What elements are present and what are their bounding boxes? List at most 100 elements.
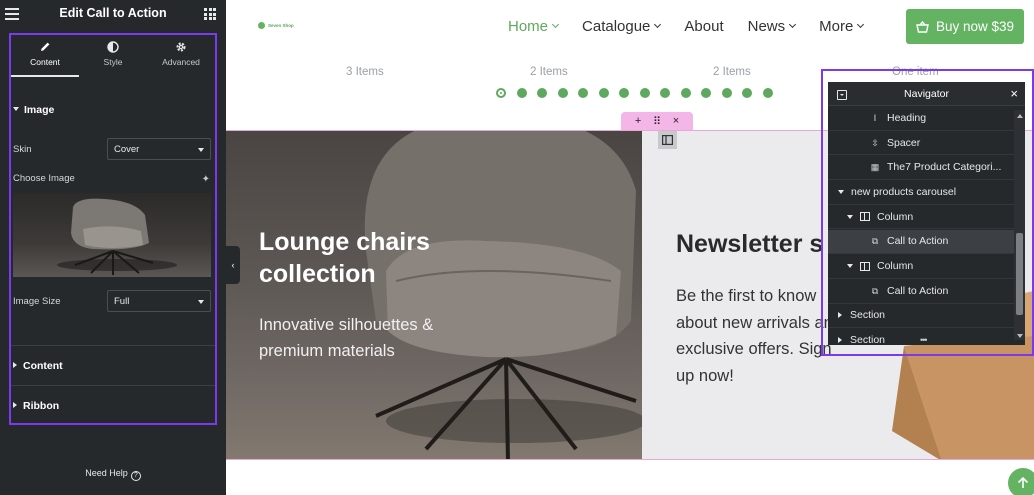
- caret-down-icon: [13, 107, 19, 111]
- call-to-action-chairs[interactable]: Lounge chairs collection Innovative silh…: [226, 130, 642, 460]
- navigator-row-label: Call to Action: [887, 284, 949, 297]
- category-count: 2 Items: [530, 66, 568, 78]
- nav-label: Catalogue: [582, 18, 651, 35]
- ai-sparkle-icon[interactable]: ✦: [202, 174, 210, 185]
- scroll-down-icon[interactable]: [1016, 334, 1023, 338]
- nav-item-more[interactable]: More: [819, 18, 865, 35]
- pagination-dot[interactable]: [680, 88, 691, 98]
- navigator-row[interactable]: ⧉ Call to Action: [828, 229, 1014, 255]
- need-help-label: Need Help: [85, 468, 128, 478]
- navigator-panel[interactable]: Navigator × Ⅰ Heading ⇳ Spacer ▦ The7 Product…: [828, 82, 1025, 345]
- grid-icon: ▦: [870, 162, 880, 173]
- caret-right-icon: [13, 362, 17, 368]
- navigator-row[interactable]: new products carousel: [828, 180, 1014, 205]
- column-icon: [860, 212, 870, 222]
- collapse-panel-button[interactable]: ‹: [226, 246, 240, 284]
- pagination-dot[interactable]: [496, 88, 506, 98]
- navigator-row-label: new products carousel: [851, 185, 957, 198]
- pagination-dot[interactable]: [701, 88, 711, 98]
- skin-select[interactable]: Cover: [107, 138, 211, 160]
- tab-style-label: Style: [103, 57, 123, 67]
- nav-label: About: [684, 18, 724, 35]
- tab-style[interactable]: Style: [79, 35, 147, 77]
- skin-label: Skin: [13, 144, 32, 155]
- caret-right-icon[interactable]: [838, 312, 842, 319]
- scroll-to-top-button[interactable]: [1008, 468, 1034, 495]
- pagination-dot[interactable]: [762, 88, 773, 98]
- navigator-row[interactable]: Section: [828, 304, 1014, 329]
- site-logo[interactable]: Seven Shop: [258, 22, 294, 29]
- caret-down-icon[interactable]: [838, 189, 844, 194]
- lounge-chair-image: [364, 131, 642, 459]
- scrollbar-thumb[interactable]: [1016, 233, 1023, 315]
- nav-item-catalogue[interactable]: Catalogue: [582, 18, 662, 35]
- navigator-row[interactable]: Ⅰ Heading: [828, 106, 1014, 131]
- pagination-dot[interactable]: [598, 88, 609, 98]
- pagination-dot[interactable]: [619, 88, 629, 98]
- need-help-link[interactable]: Need Help?: [0, 468, 226, 481]
- navigator-row[interactable]: ▦ The7 Product Categori...: [828, 155, 1014, 181]
- content-section-toggle[interactable]: Content: [13, 360, 63, 372]
- nav-item-about[interactable]: About: [684, 18, 723, 35]
- caret-right-icon[interactable]: [838, 337, 842, 344]
- basket-icon: [916, 20, 929, 33]
- tab-content[interactable]: Content: [11, 35, 79, 77]
- carousel-pagination: [496, 88, 773, 98]
- caret-down-icon[interactable]: [847, 264, 853, 269]
- category-count: 3 Items: [346, 66, 384, 78]
- navigator-row[interactable]: ⇳ Spacer: [828, 131, 1014, 156]
- nav-item-home[interactable]: Home: [508, 18, 560, 35]
- image-size-value: Full: [114, 296, 130, 307]
- pagination-dot[interactable]: [578, 88, 588, 98]
- call-to-action-icon: ⧉: [871, 236, 879, 247]
- caret-down-icon[interactable]: [847, 214, 853, 219]
- image-size-select[interactable]: Full: [107, 290, 211, 312]
- ribbon-section-toggle[interactable]: Ribbon: [13, 400, 59, 412]
- pagination-dot[interactable]: [721, 88, 732, 98]
- buy-now-button[interactable]: Buy now $39: [906, 9, 1024, 44]
- column-handle-icon[interactable]: [658, 131, 677, 149]
- navigator-row[interactable]: Column: [828, 205, 1014, 230]
- widgets-grid-icon[interactable]: [204, 8, 216, 20]
- category-count: 2 Items: [713, 66, 751, 78]
- pagination-dot[interactable]: [742, 88, 752, 98]
- add-section-icon[interactable]: +: [635, 115, 641, 127]
- nav-item-news[interactable]: News: [748, 18, 797, 35]
- pagination-dot[interactable]: [516, 88, 527, 98]
- drag-handle-icon[interactable]: ⠿: [653, 115, 661, 128]
- resize-handle-icon[interactable]: •••: [920, 335, 928, 345]
- divider: [11, 385, 215, 386]
- pagination-dot[interactable]: [639, 88, 650, 98]
- newsletter-title: Newsletter s: [676, 230, 824, 258]
- pagination-dot[interactable]: [537, 88, 547, 98]
- tab-content-label: Content: [30, 57, 60, 67]
- close-icon[interactable]: ×: [1010, 86, 1018, 101]
- navigator-row[interactable]: ⧉ Call to Action: [828, 279, 1014, 304]
- panel-header: Edit Call to Action: [0, 0, 226, 28]
- cta-title: Lounge chairs collection: [259, 228, 430, 288]
- navigator-scrollbar[interactable]: [1014, 110, 1025, 340]
- heading-icon: Ⅰ: [873, 112, 877, 123]
- choose-image-label: Choose Image: [13, 173, 75, 184]
- scroll-up-icon[interactable]: [1016, 114, 1023, 118]
- main-nav: Home Catalogue About News More: [508, 18, 887, 35]
- chevron-down-icon: [789, 20, 797, 29]
- image-preview[interactable]: [13, 193, 211, 277]
- tab-advanced[interactable]: Advanced: [147, 35, 215, 77]
- pagination-dot[interactable]: [660, 88, 670, 98]
- dropdown-arrow-icon: [198, 148, 204, 152]
- call-to-action-icon: ⧉: [871, 285, 879, 296]
- navigator-header[interactable]: Navigator ×: [828, 82, 1025, 106]
- navigator-row[interactable]: Column: [828, 254, 1014, 279]
- question-icon: ?: [130, 471, 141, 481]
- navigator-row-label: Section: [850, 309, 886, 322]
- delete-section-icon[interactable]: ×: [673, 115, 679, 127]
- chevron-down-icon: [857, 20, 865, 29]
- spacer-icon: ⇳: [871, 137, 879, 148]
- chevron-down-icon: [551, 20, 560, 29]
- pagination-dot[interactable]: [557, 88, 568, 98]
- image-section-title: Image: [24, 104, 55, 116]
- navigator-row-label: Call to Action: [887, 235, 949, 248]
- section-edit-handle: + ⠿ ×: [621, 112, 693, 130]
- image-section-toggle[interactable]: Image: [13, 104, 54, 116]
